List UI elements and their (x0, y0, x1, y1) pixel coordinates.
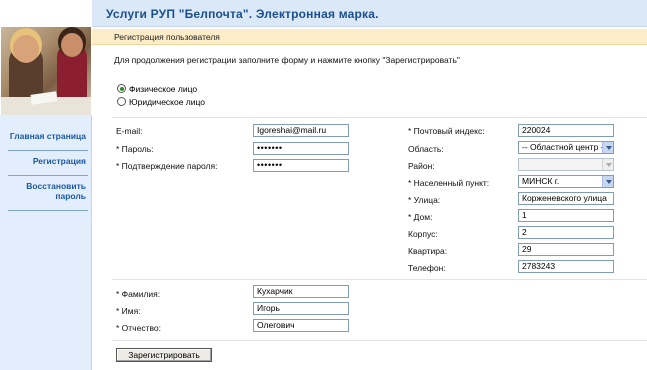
password-label: * Пароль: (116, 144, 154, 154)
nav-separator (8, 175, 88, 176)
phone-field[interactable]: 2783243 (518, 260, 614, 273)
building-field[interactable]: 2 (518, 226, 614, 239)
lastname-label: * Фамилия: (116, 289, 161, 299)
postal-code-label: * Почтовый индекс: (408, 126, 485, 136)
region-select-value: -- Областной центр -- (522, 142, 607, 152)
photo-person-left-head (13, 35, 39, 63)
house-field[interactable]: 1 (518, 209, 614, 222)
district-label: Район: (408, 161, 435, 171)
district-select[interactable] (518, 158, 614, 171)
chevron-down-icon[interactable] (602, 159, 613, 170)
page-title: Услуги РУП "Белпочта". Электронная марка… (106, 7, 379, 21)
left-column: Главная страница Регистрация Восстановит… (0, 0, 92, 370)
nav-link-registration[interactable]: Регистрация (8, 156, 88, 166)
city-select[interactable]: МИНСК г. (518, 175, 614, 188)
lastname-field[interactable]: Кухарчик (253, 285, 349, 298)
firstname-label: * Имя: (116, 306, 141, 316)
region-select[interactable]: -- Областной центр -- (518, 141, 614, 154)
divider (112, 117, 647, 118)
email-label: E-mail: (116, 126, 143, 136)
page-header: Услуги РУП "Белпочта". Электронная марка… (92, 0, 647, 27)
region-label: Область: (408, 144, 444, 154)
page: Главная страница Регистрация Восстановит… (0, 0, 647, 370)
radio-individual[interactable] (117, 84, 126, 93)
chevron-down-icon[interactable] (602, 142, 613, 153)
apartment-field[interactable]: 29 (518, 243, 614, 256)
confirm-password-label: * Подтверждение пароля: (116, 161, 218, 171)
register-button[interactable]: Зарегистрировать (116, 348, 212, 362)
password-field[interactable]: ••••••• (253, 142, 349, 155)
nav-separator (8, 210, 88, 211)
city-select-value: МИНСК г. (522, 176, 560, 186)
radio-individual-label[interactable]: Физическое лицо (129, 84, 197, 94)
divider (112, 279, 647, 280)
house-label: * Дом: (408, 212, 433, 222)
section-title: Регистрация пользователя (114, 32, 220, 42)
divider (112, 340, 647, 341)
email-field[interactable]: Igoreshai@mail.ru (253, 124, 349, 137)
sidebar-nav: Главная страница Регистрация Восстановит… (0, 115, 92, 370)
radio-legal-entity[interactable] (117, 97, 126, 106)
phone-label: Телефон: (408, 263, 446, 273)
street-label: * Улица: (408, 195, 441, 205)
city-label: * Населенный пункт: (408, 178, 490, 188)
section-bar: Регистрация пользователя (92, 29, 647, 45)
patronymic-field[interactable]: Олегович (253, 319, 349, 332)
photo-person-right-head (61, 33, 83, 57)
street-field[interactable]: Корженевского улица (518, 192, 614, 205)
radio-legal-entity-label[interactable]: Юридическое лицо (129, 97, 205, 107)
building-label: Корпус: (408, 229, 438, 239)
patronymic-label: * Отчество: (116, 323, 161, 333)
nav-link-restore-password[interactable]: Восстановить пароль (8, 181, 88, 201)
apartment-label: Квартира: (408, 246, 448, 256)
chevron-down-icon[interactable] (602, 176, 613, 187)
instruction-text: Для продолжения регистрации заполните фо… (114, 55, 460, 65)
nav-separator (8, 150, 88, 151)
logo-strip (0, 0, 92, 26)
confirm-password-field[interactable]: ••••••• (253, 159, 349, 172)
postal-code-field[interactable]: 220024 (518, 124, 614, 137)
header-photo (1, 27, 91, 115)
nav-link-home[interactable]: Главная страница (8, 131, 88, 141)
firstname-field[interactable]: Игорь (253, 302, 349, 315)
